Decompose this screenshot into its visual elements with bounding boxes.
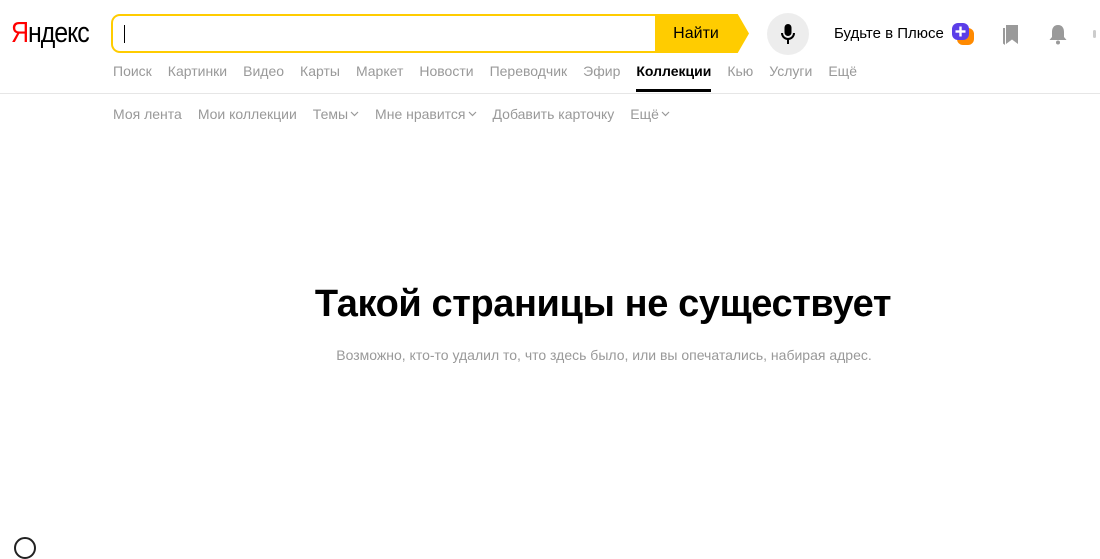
service-tab-translate[interactable]: Переводчик <box>490 63 568 83</box>
subnav-label: Темы <box>312 106 349 122</box>
services-nav: Поиск Картинки Видео Карты Маркет Новост… <box>113 63 873 92</box>
plus-badge-icon[interactable] <box>952 23 974 45</box>
service-tab-search[interactable]: Поиск <box>113 63 152 83</box>
service-tab-uslugi[interactable]: Услуги <box>769 63 812 83</box>
subnav-more[interactable]: Ещё <box>630 104 670 124</box>
subnav-label: Мои коллекции <box>197 106 297 122</box>
logo-rest: ндекс <box>27 17 90 49</box>
chevron-down-icon <box>468 111 476 117</box>
subnav-label: Ещё <box>630 106 659 122</box>
bookmark-icon[interactable] <box>1001 24 1021 51</box>
subnav-topics[interactable]: Темы <box>313 104 359 124</box>
subnav-add-card[interactable]: Добавить карточку <box>493 104 615 124</box>
header-divider <box>0 93 1100 94</box>
collections-subnav: Моя лента Мои коллекции Темы Мне нравитс… <box>113 104 686 124</box>
bell-icon[interactable] <box>1047 23 1069 50</box>
service-tab-news[interactable]: Новости <box>419 63 473 83</box>
yandex-logo[interactable]: Яндекс <box>11 14 90 52</box>
service-tab-images[interactable]: Картинки <box>168 63 227 83</box>
subnav-my-collections[interactable]: Мои коллекции <box>198 104 297 124</box>
text-caret <box>124 25 125 43</box>
service-tab-video[interactable]: Видео <box>243 63 284 83</box>
search-box[interactable] <box>111 14 657 53</box>
service-tab-maps[interactable]: Карты <box>300 63 340 83</box>
subnav-label: Добавить карточку <box>492 106 615 122</box>
service-tab-more[interactable]: Ещё <box>828 63 857 83</box>
chevron-down-icon <box>661 111 670 117</box>
cropped-round-icon <box>14 537 36 559</box>
voice-search-button[interactable] <box>767 13 809 55</box>
logo-first-letter: Я <box>11 17 29 49</box>
chevron-down-icon <box>350 111 359 117</box>
error-title: Такой страницы не существует <box>314 283 892 325</box>
subnav-my-feed[interactable]: Моя лента <box>113 104 182 124</box>
subnav-liked[interactable]: Мне нравится <box>375 104 476 124</box>
subnav-label: Мне нравится <box>375 106 466 122</box>
service-tab-market[interactable]: Маркет <box>356 63 403 83</box>
search-input[interactable] <box>127 16 651 53</box>
cropped-menu-icon[interactable] <box>1093 30 1096 38</box>
plus-promo-link[interactable]: Будьте в Плюсе <box>834 24 944 44</box>
service-tab-efir[interactable]: Эфир <box>583 63 620 83</box>
subnav-label: Моя лента <box>113 106 182 122</box>
search-button[interactable]: Найти <box>655 14 749 53</box>
error-message: Возможно, кто-то удалил то, что здесь бы… <box>336 347 872 363</box>
service-tab-q[interactable]: Кью <box>727 63 753 83</box>
microphone-icon <box>781 24 795 44</box>
service-tab-collections[interactable]: Коллекции <box>636 63 711 92</box>
